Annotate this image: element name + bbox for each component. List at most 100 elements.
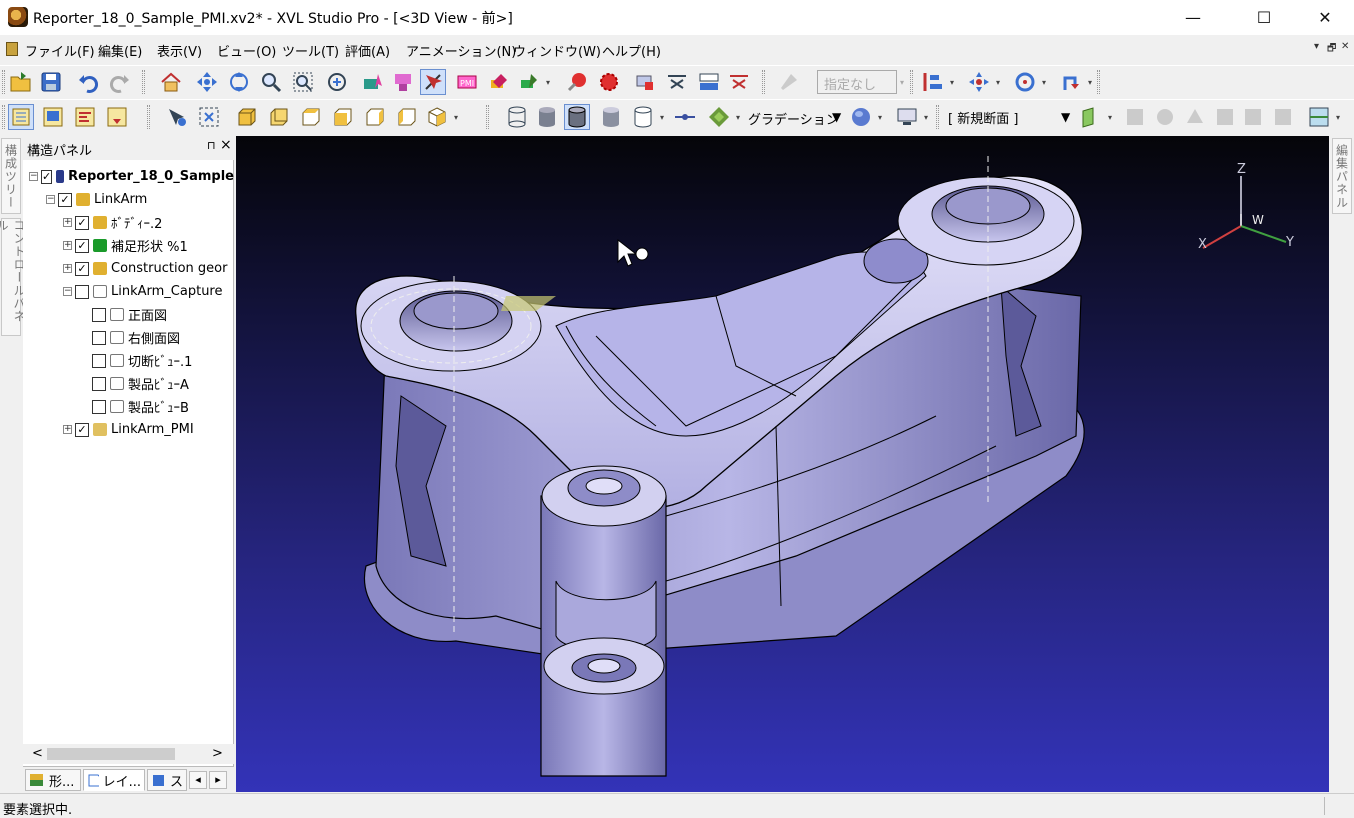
menu-help[interactable]: ヘルプ(H) [602,41,661,60]
tree-node[interactable]: 切断ﾋﾞｭｰ.1 [23,349,234,372]
pmi-icon[interactable]: PMI [454,69,480,95]
collapse-icon[interactable]: − [63,287,72,296]
tab-next-icon[interactable]: ▸ [209,771,227,789]
pin-icon[interactable]: ⊓ [207,139,216,152]
visibility-checkbox[interactable] [92,330,106,345]
section-cut-icon[interactable] [726,69,752,95]
section-combo[interactable]: [ 新規断面 ] [942,105,1078,129]
edge-line-icon[interactable] [672,104,698,130]
scroll-left-icon[interactable]: < [32,746,43,761]
undo-icon[interactable] [76,69,102,95]
redo-icon[interactable] [106,69,132,95]
dropdown-arrow-icon[interactable]: ▾ [546,78,554,87]
panel-close-icon[interactable]: × [220,137,232,153]
cut-icon[interactable] [632,69,658,95]
toolbar-grip[interactable] [2,70,5,94]
mdi-menu-icon[interactable]: ▾ [1314,41,1319,52]
dropdown-arrow-icon[interactable]: ▾ [924,113,932,122]
toolbar-grip[interactable] [486,105,489,129]
visibility-checkbox[interactable]: ✓ [75,261,89,276]
pan-icon[interactable] [194,69,220,95]
tree-node[interactable]: − ✓ LinkArm [23,188,234,211]
zoom-icon[interactable] [258,69,284,95]
mdi-restore-icon[interactable]: 🗗 [1327,41,1336,58]
view-bottom-icon[interactable] [330,104,356,130]
section-plane-icon[interactable] [696,69,722,95]
toolbar-grip[interactable] [936,105,939,129]
tab-style[interactable]: ス [147,769,187,791]
scroll-thumb[interactable] [47,748,175,760]
visibility-checkbox[interactable]: ✓ [75,238,89,253]
horizontal-scrollbar[interactable]: < > [23,744,234,764]
select-part-icon[interactable] [360,69,386,95]
menu-edit[interactable]: 編集(E) [98,41,142,60]
measure-icon[interactable] [516,69,542,95]
hidden-line-icon[interactable] [598,104,624,130]
minimize-button[interactable]: — [1170,0,1216,34]
dropdown-arrow-icon[interactable]: ▾ [454,113,462,122]
dropdown-arrow-icon[interactable]: ▾ [1336,113,1344,122]
section-dropdown-icon[interactable]: ▼ [1061,110,1070,124]
view-panel-icon[interactable] [40,104,66,130]
menu-evaluate[interactable]: 評価(A) [345,41,390,60]
expand-icon[interactable]: + [63,425,72,434]
menu-tools[interactable]: ツール(T) [282,41,339,60]
visibility-checkbox[interactable]: ✓ [75,215,89,230]
visibility-checkbox[interactable] [75,284,89,299]
tree-node[interactable]: 製品ﾋﾞｭｰB [23,395,234,418]
tab-prev-icon[interactable]: ◂ [189,771,207,789]
tab-edit-panel[interactable]: 編集パネル [1332,138,1352,214]
markup-icon[interactable] [486,69,512,95]
dropdown-arrow-icon[interactable]: ▾ [1108,113,1116,122]
collapse-icon[interactable]: − [29,172,38,181]
shaded-edges-icon[interactable] [564,104,590,130]
menu-window[interactable]: ウィンドウ(W) [513,41,601,60]
home-view-icon[interactable] [158,69,184,95]
layout-panel-icon[interactable] [72,104,98,130]
tab-structure-tree[interactable]: 構成ツリー [1,138,21,214]
visibility-checkbox[interactable]: ✓ [75,422,89,437]
tree-node[interactable]: + ✓ Construction geor [23,257,234,280]
shaded-icon[interactable] [534,104,560,130]
view-back-icon[interactable] [266,104,292,130]
expand-icon[interactable]: + [63,241,72,250]
section-plane-color-icon[interactable] [1078,104,1104,130]
section-window-icon[interactable] [1306,104,1332,130]
view-iso-icon[interactable] [424,104,450,130]
tree-node[interactable]: 正面図 [23,303,234,326]
visibility-checkbox[interactable] [92,307,106,322]
tree-node[interactable]: − LinkArm_Capture [23,280,234,303]
align-icon[interactable] [920,69,946,95]
visibility-checkbox[interactable] [92,399,106,414]
dropdown-arrow-icon[interactable]: ▾ [878,113,886,122]
tab-control-panel[interactable]: コントロールパネル [0,218,26,336]
select-face-icon[interactable] [390,69,416,95]
wireframe-icon[interactable] [504,104,530,130]
move-axis-icon[interactable] [966,69,992,95]
toolbar-grip[interactable] [142,70,145,94]
pick-tool-icon[interactable] [164,104,190,130]
tree-node[interactable]: + ✓ ﾎﾞﾃﾞｨｰ.2 [23,211,234,234]
collapse-icon[interactable]: − [46,195,55,204]
3d-viewport[interactable]: Z X Y W [236,136,1329,792]
dropdown-arrow-icon[interactable]: ▾ [996,78,1004,87]
list-panel-icon[interactable] [104,104,130,130]
background-color-icon[interactable] [848,104,874,130]
save-icon[interactable] [38,69,64,95]
toolbar-grip[interactable] [910,70,913,94]
view-right-icon[interactable] [394,104,420,130]
dropdown-arrow-icon[interactable]: ▾ [736,113,744,122]
menu-file[interactable]: ファイル(F) [25,41,95,60]
tab-shape[interactable]: 形... [25,769,81,791]
visibility-checkbox[interactable]: ✓ [58,192,72,207]
visibility-checkbox[interactable] [92,353,106,368]
tree-node[interactable]: + ✓ 補足形状 %1 [23,234,234,257]
rotate-axis-icon[interactable] [1012,69,1038,95]
rotate-icon[interactable] [226,69,252,95]
view-front-icon[interactable] [234,104,260,130]
tree-node[interactable]: + ✓ LinkArm_PMI [23,418,234,441]
background-mode-dropdown-icon[interactable]: ▼ [832,110,841,124]
dropdown-arrow-icon[interactable]: ▾ [1088,78,1096,87]
gradation-icon[interactable] [706,104,732,130]
mdi-close-icon[interactable]: ✕ [1341,41,1349,52]
